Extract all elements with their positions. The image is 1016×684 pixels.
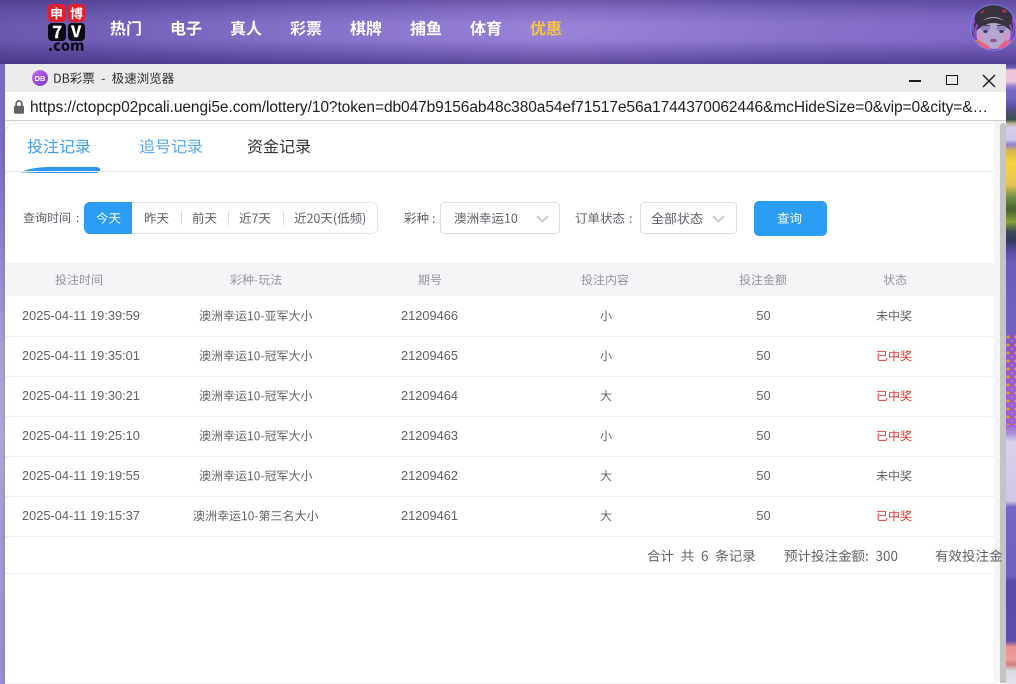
svg-text:DB: DB <box>35 74 46 83</box>
